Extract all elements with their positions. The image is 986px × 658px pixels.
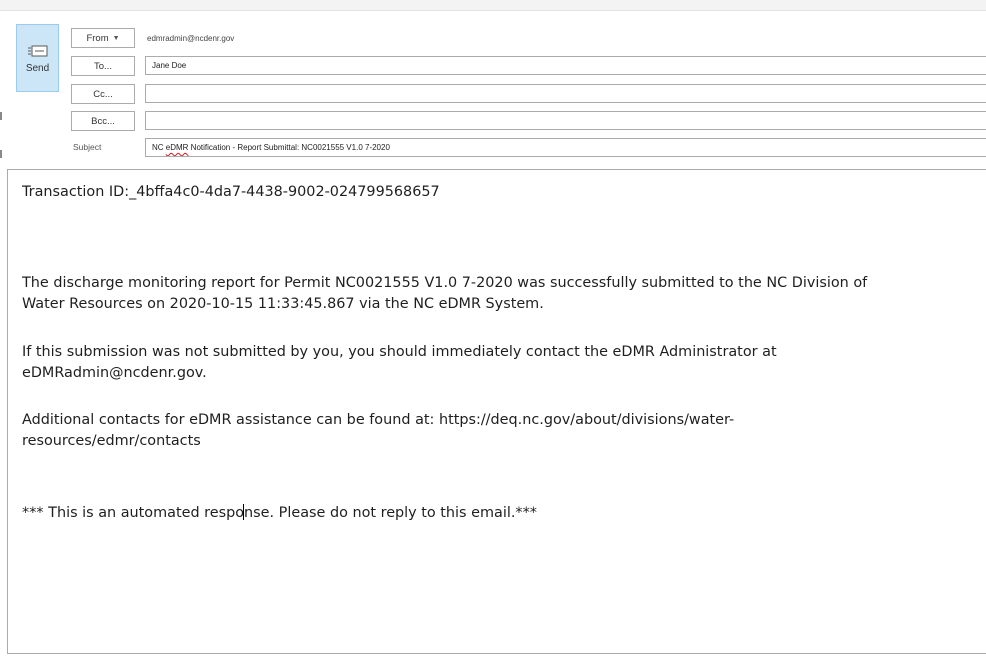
subject-spellcheck-word: eDMR xyxy=(165,143,189,152)
window-edge-mark xyxy=(0,112,2,120)
subject-rest: Notification - Report Submittal: NC00215… xyxy=(188,143,390,152)
email-compose-window: Send From ▼ edmradmin@ncdenr.gov To... J… xyxy=(0,0,986,658)
notice-text-start: *** This is an automated respo xyxy=(22,505,245,521)
body-paragraph-1-line-1: The discharge monitoring report for Perm… xyxy=(22,275,868,291)
subject-label: Subject xyxy=(73,142,102,152)
ribbon-edge xyxy=(0,0,986,11)
body-paragraph-3-line-2: resources/edmr/contacts xyxy=(22,433,201,449)
notice-text-end: nse. Please do not reply to this email.*… xyxy=(244,505,537,521)
body-paragraph-1-line-2: Water Resources on 2020-10-15 11:33:45.8… xyxy=(22,296,544,312)
cc-label: Cc... xyxy=(93,88,113,100)
from-address: edmradmin@ncdenr.gov xyxy=(147,34,235,43)
body-paragraph-2-line-2: eDMRadmin@ncdenr.gov. xyxy=(22,365,207,381)
to-button[interactable]: To... xyxy=(71,56,135,76)
bcc-field[interactable] xyxy=(145,111,986,130)
transaction-id: Transaction ID:_4bffa4c0-4da7-4438-9002-… xyxy=(22,184,440,200)
send-envelope-icon xyxy=(27,45,47,57)
subject-field[interactable]: NC eDMR Notification - Report Submittal:… xyxy=(145,138,986,157)
to-recipient: Jane Doe xyxy=(152,61,187,70)
bcc-button[interactable]: Bcc... xyxy=(71,111,135,131)
automated-response-notice: *** This is an automated response. Pleas… xyxy=(22,503,972,524)
chevron-down-icon: ▼ xyxy=(112,34,120,42)
window-edge-mark xyxy=(0,150,2,158)
to-field[interactable]: Jane Doe xyxy=(145,56,986,75)
body-paragraph-3-line-1: Additional contacts for eDMR assistance … xyxy=(22,412,735,428)
cc-field[interactable] xyxy=(145,84,986,103)
message-body[interactable]: Transaction ID:_4bffa4c0-4da7-4438-9002-… xyxy=(7,169,986,654)
to-label: To... xyxy=(94,60,112,72)
from-button[interactable]: From ▼ xyxy=(71,28,135,48)
send-label: Send xyxy=(25,63,50,74)
body-paragraph-2-line-1: If this submission was not submitted by … xyxy=(22,344,777,360)
cc-button[interactable]: Cc... xyxy=(71,84,135,104)
from-label: From xyxy=(86,32,109,44)
subject-prefix: NC xyxy=(152,143,166,152)
send-button[interactable]: Send xyxy=(16,24,59,92)
bcc-label: Bcc... xyxy=(91,115,115,127)
